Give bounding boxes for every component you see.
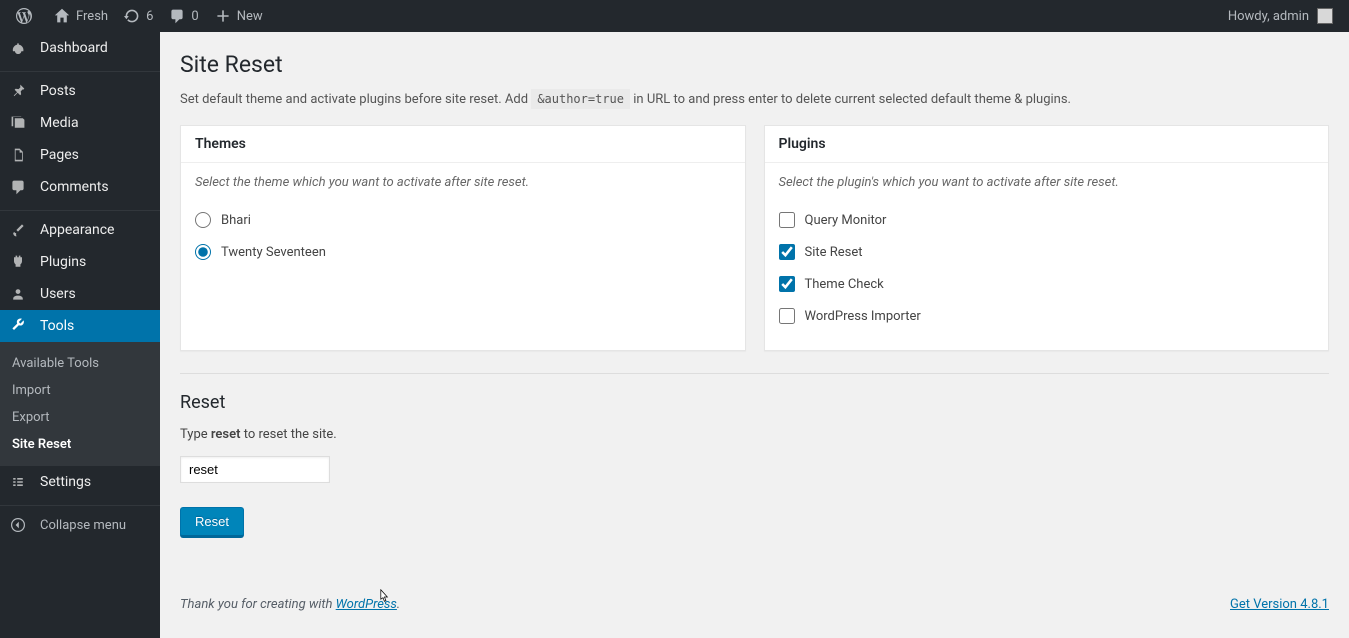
sidebar-item-plugins[interactable]: Plugins — [0, 246, 160, 278]
avatar — [1317, 8, 1333, 24]
sidebar-item-label: Appearance — [40, 222, 114, 238]
comments-link[interactable]: 0 — [161, 0, 206, 32]
plugins-box-title: Plugins — [765, 126, 1329, 163]
comment-icon — [10, 179, 30, 195]
plugin-icon — [10, 254, 30, 270]
wordpress-icon — [16, 8, 32, 24]
sidebar-item-label: Posts — [40, 83, 76, 99]
settings-icon — [10, 474, 30, 490]
account-link[interactable]: Howdy, admin — [1220, 0, 1341, 32]
site-name: Fresh — [76, 9, 108, 24]
sidebar-item-dashboard[interactable]: Dashboard — [0, 32, 160, 64]
plugins-box: Plugins Select the plugin's which you wa… — [764, 125, 1330, 351]
collapse-label: Collapse menu — [40, 518, 126, 533]
plugin-label: Theme Check — [805, 277, 884, 292]
themes-box: Themes Select the theme which you want t… — [180, 125, 746, 351]
sidebar-item-label: Users — [40, 286, 76, 302]
plugin-checkbox[interactable] — [779, 276, 795, 292]
sidebar-item-posts[interactable]: Posts — [0, 75, 160, 107]
reset-desc: Type reset to reset the site. — [180, 427, 1329, 442]
divider — [180, 373, 1329, 374]
plus-icon — [215, 8, 231, 24]
theme-label: Bhari — [221, 213, 251, 228]
help-code: &author=true — [531, 89, 630, 109]
collapse-icon — [10, 517, 30, 533]
updates-link[interactable]: 6 — [116, 0, 161, 32]
plugin-option-site-reset[interactable]: Site Reset — [779, 236, 1315, 268]
comments-count: 0 — [191, 9, 198, 24]
plugin-label: Site Reset — [805, 245, 863, 260]
admin-sidebar: Dashboard Posts Media Pages Comments App… — [0, 32, 160, 638]
sidebar-item-appearance[interactable]: Appearance — [0, 214, 160, 246]
wrench-icon — [10, 318, 30, 334]
plugin-checkbox[interactable] — [779, 308, 795, 324]
plugin-label: WordPress Importer — [805, 309, 921, 324]
plugin-option-wordpress-importer[interactable]: WordPress Importer — [779, 300, 1315, 332]
theme-radio[interactable] — [195, 212, 211, 228]
tools-submenu: Available Tools Import Export Site Reset — [0, 342, 160, 466]
sidebar-item-pages[interactable]: Pages — [0, 139, 160, 171]
plugin-label: Query Monitor — [805, 213, 887, 228]
sidebar-item-label: Tools — [40, 318, 74, 334]
sidebar-item-label: Dashboard — [40, 40, 108, 56]
themes-box-desc: Select the theme which you want to activ… — [195, 175, 731, 190]
submenu-import[interactable]: Import — [0, 377, 160, 404]
page-content: Site Reset Set default theme and activat… — [160, 32, 1349, 638]
wp-logo[interactable] — [8, 0, 46, 32]
home-icon — [54, 8, 70, 24]
plugin-option-query-monitor[interactable]: Query Monitor — [779, 204, 1315, 236]
new-label: New — [237, 9, 263, 24]
sidebar-item-label: Pages — [40, 147, 79, 163]
howdy-text: Howdy, admin — [1228, 9, 1309, 24]
update-icon — [124, 8, 140, 24]
updates-count: 6 — [146, 9, 153, 24]
sidebar-item-label: Media — [40, 115, 79, 131]
themes-box-title: Themes — [181, 126, 745, 163]
sidebar-item-label: Settings — [40, 474, 91, 490]
sidebar-item-comments[interactable]: Comments — [0, 171, 160, 203]
reset-section-title: Reset — [180, 392, 1329, 413]
version-link[interactable]: Get Version 4.8.1 — [1230, 597, 1329, 612]
sidebar-item-label: Plugins — [40, 254, 86, 270]
page-title: Site Reset — [180, 42, 1329, 92]
wordpress-link[interactable]: WordPress — [336, 597, 397, 612]
sidebar-item-label: Comments — [40, 179, 109, 195]
user-icon — [10, 286, 30, 302]
sidebar-item-media[interactable]: Media — [0, 107, 160, 139]
dashboard-icon — [10, 40, 30, 56]
collapse-menu[interactable]: Collapse menu — [0, 509, 160, 541]
theme-option-bhari[interactable]: Bhari — [195, 204, 731, 236]
new-content-link[interactable]: New — [207, 0, 271, 32]
theme-radio[interactable] — [195, 244, 211, 260]
reset-button[interactable]: Reset — [180, 507, 244, 537]
media-icon — [10, 115, 30, 131]
submenu-export[interactable]: Export — [0, 404, 160, 431]
reset-input[interactable] — [180, 456, 330, 483]
theme-label: Twenty Seventeen — [221, 245, 326, 260]
plugin-checkbox[interactable] — [779, 212, 795, 228]
site-name-link[interactable]: Fresh — [46, 0, 116, 32]
page-icon — [10, 147, 30, 163]
footer: Thank you for creating with WordPress. G… — [180, 597, 1329, 612]
sidebar-item-users[interactable]: Users — [0, 278, 160, 310]
submenu-available-tools[interactable]: Available Tools — [0, 350, 160, 377]
admin-bar: Fresh 6 0 New Howdy, admin — [0, 0, 1349, 32]
sidebar-item-settings[interactable]: Settings — [0, 466, 160, 498]
theme-option-twenty-seventeen[interactable]: Twenty Seventeen — [195, 236, 731, 268]
brush-icon — [10, 222, 30, 238]
plugin-checkbox[interactable] — [779, 244, 795, 260]
submenu-site-reset[interactable]: Site Reset — [0, 431, 160, 458]
plugins-box-desc: Select the plugin's which you want to ac… — [779, 175, 1315, 190]
pin-icon — [10, 83, 30, 99]
sidebar-item-tools[interactable]: Tools — [0, 310, 160, 342]
plugin-option-theme-check[interactable]: Theme Check — [779, 268, 1315, 300]
help-text: Set default theme and activate plugins b… — [180, 92, 1329, 107]
comment-icon — [169, 8, 185, 24]
